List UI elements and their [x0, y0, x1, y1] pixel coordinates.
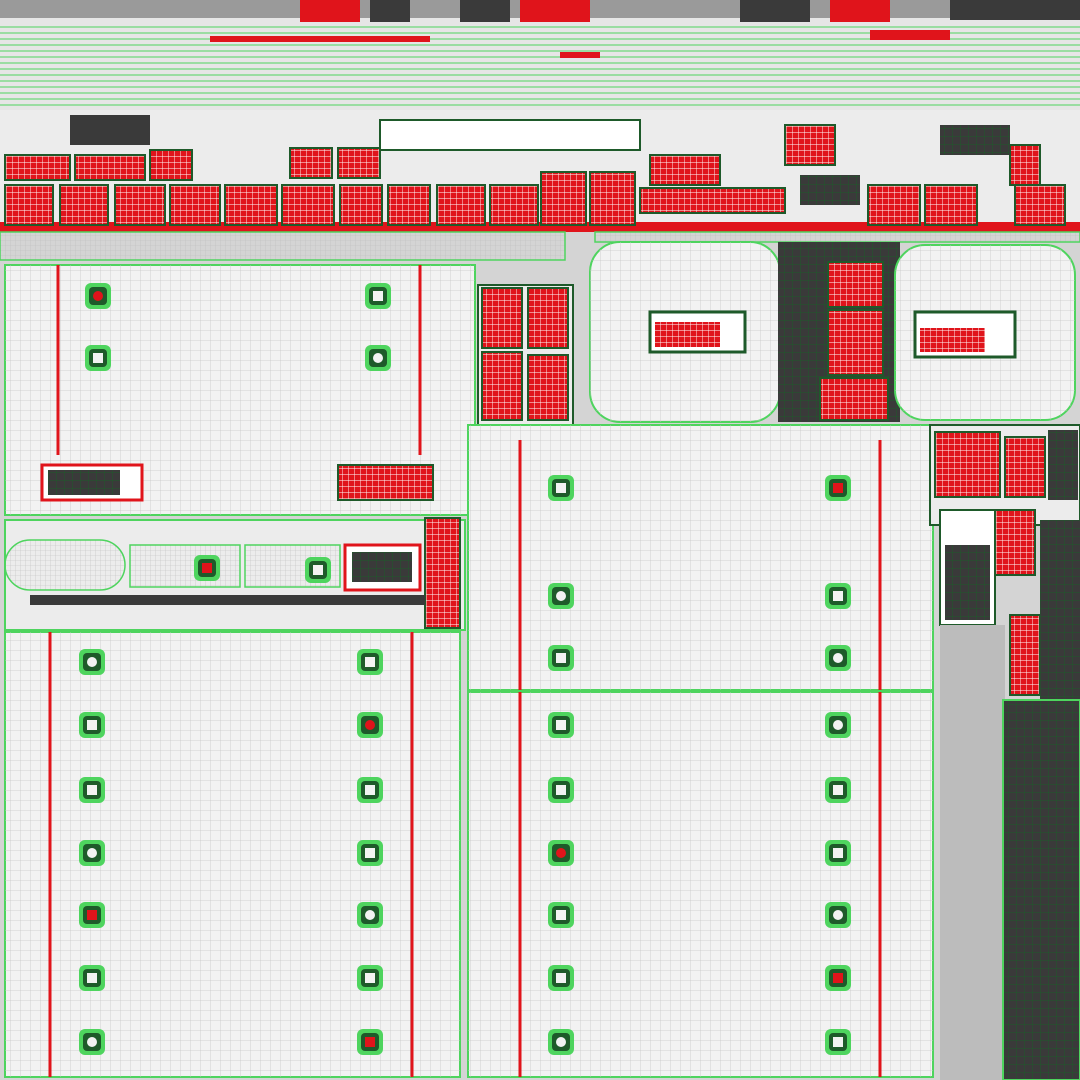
middle-strip	[4, 517, 466, 631]
square-bolt-icon	[357, 1029, 383, 1055]
top-parts-strip	[0, 0, 1080, 115]
square-bolt-icon	[825, 840, 851, 866]
square-bolt-icon	[305, 557, 331, 583]
round-knob-icon	[825, 645, 851, 671]
upper-left-seat-panel	[4, 264, 476, 516]
square-bolt-icon	[825, 583, 851, 609]
square-bolt-icon	[357, 777, 383, 803]
round-knob-icon	[365, 345, 391, 371]
round-knob-icon	[548, 1029, 574, 1055]
round-knob-icon	[825, 902, 851, 928]
square-bolt-icon	[548, 645, 574, 671]
square-bolt-icon	[79, 902, 105, 928]
square-bolt-icon	[548, 902, 574, 928]
thin-strip-right	[594, 231, 1080, 243]
square-bolt-icon	[79, 965, 105, 991]
round-knob-icon	[357, 712, 383, 738]
round-knob-icon	[85, 283, 111, 309]
round-knob-icon	[548, 583, 574, 609]
round-knob-icon	[357, 902, 383, 928]
square-bolt-icon	[825, 777, 851, 803]
uv-layout-canvas	[0, 0, 1080, 1080]
square-bolt-icon	[357, 649, 383, 675]
square-bolt-icon	[357, 840, 383, 866]
square-bolt-icon	[825, 475, 851, 501]
square-bolt-icon	[79, 777, 105, 803]
square-bolt-icon	[825, 965, 851, 991]
square-bolt-icon	[825, 1029, 851, 1055]
square-bolt-icon	[548, 475, 574, 501]
round-knob-icon	[79, 840, 105, 866]
round-knob-icon	[548, 840, 574, 866]
lower-left-seat-panel	[4, 631, 461, 1078]
square-bolt-icon	[194, 555, 220, 581]
square-bolt-icon	[79, 712, 105, 738]
right-mechanical-column	[929, 424, 1080, 1080]
square-bolt-icon	[85, 345, 111, 371]
round-knob-icon	[79, 1029, 105, 1055]
cushion-parts-row	[0, 110, 1080, 232]
square-bolt-icon	[548, 712, 574, 738]
center-seat-panel	[467, 424, 934, 691]
square-bolt-icon	[548, 777, 574, 803]
square-bolt-icon	[365, 283, 391, 309]
square-bolt-icon	[357, 965, 383, 991]
round-knob-icon	[79, 649, 105, 675]
lower-center-seat-panel	[467, 691, 934, 1078]
thin-strip	[0, 231, 566, 261]
square-bolt-icon	[548, 965, 574, 991]
round-knob-icon	[825, 712, 851, 738]
